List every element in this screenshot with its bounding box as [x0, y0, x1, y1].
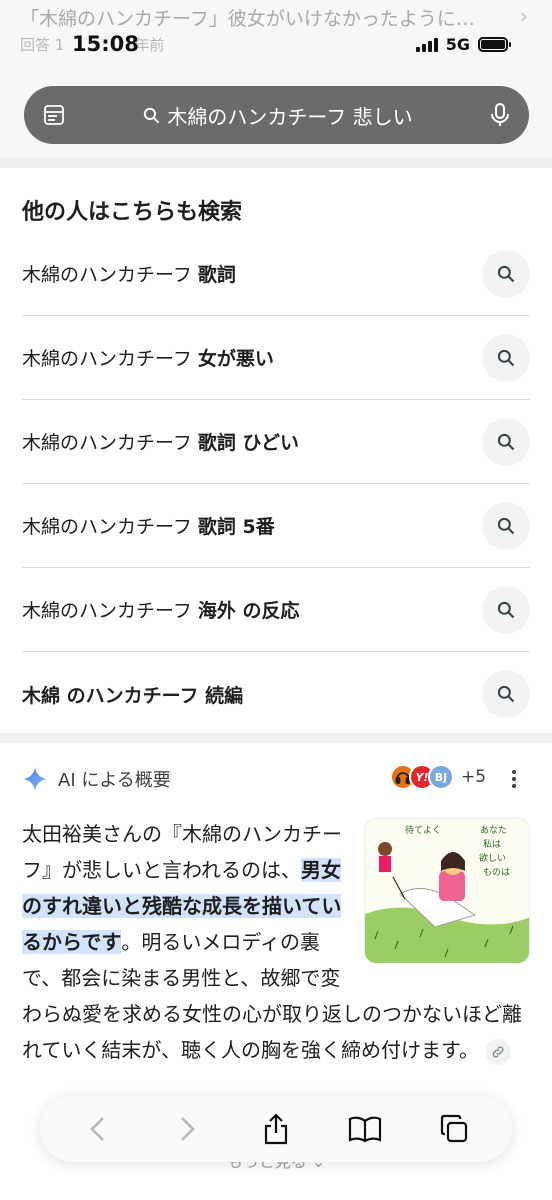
related-search-text: 木綿のハンカチーフ 女が悪い — [22, 344, 274, 371]
related-searches-title: 他の人はこちらも検索 — [22, 200, 243, 225]
network-type: 5G — [445, 35, 470, 54]
signal-icon — [415, 37, 438, 52]
ai-text-before: 太田裕美さんの『木綿のハンカチーフ』が悲しいと言われるのは、 — [22, 822, 342, 882]
related-search-text: 木綿のハンカチーフ 歌詞 5番 — [22, 512, 275, 539]
ai-sources[interactable]: Y! BJ +5 — [390, 764, 486, 790]
section-divider — [0, 158, 552, 168]
search-icon[interactable] — [482, 501, 530, 550]
related-search-item[interactable]: 木綿 のハンカチーフ 続編 — [22, 652, 530, 736]
related-search-text: 木綿のハンカチーフ 歌詞 — [22, 260, 236, 287]
source-count[interactable]: +5 — [461, 767, 486, 787]
gemini-sparkle-icon — [23, 767, 47, 791]
background-result-title: 「木綿のハンカチーフ」彼女がいけなかったように… — [20, 8, 475, 30]
book-icon — [348, 1116, 381, 1143]
search-icon[interactable] — [482, 417, 530, 466]
related-search-bold: 歌詞 ひどい — [197, 432, 299, 454]
ai-overview-image[interactable]: あなた 私は 欲しい ものは 待てよく — [364, 818, 530, 964]
related-search-prefix: 木綿のハンカチーフ — [22, 432, 198, 454]
chevron-left-icon — [90, 1117, 105, 1141]
related-search-text: 木綿 のハンカチーフ 続編 — [22, 681, 243, 708]
svg-text:私は: 私は — [483, 839, 501, 850]
ai-overview-header: AI による概要 — [22, 766, 171, 792]
related-search-item[interactable]: 木綿のハンカチーフ 歌詞 ひどい — [22, 400, 530, 484]
tabs-icon — [440, 1114, 467, 1143]
link-icon[interactable] — [485, 1038, 511, 1065]
chevron-right-icon: › — [520, 4, 528, 28]
related-search-bold: 海外 の反応 — [197, 600, 300, 622]
search-icon[interactable] — [482, 670, 530, 718]
status-time: 15:08 — [72, 32, 139, 56]
share-button[interactable] — [252, 1105, 300, 1153]
related-search-item[interactable]: 木綿のハンカチーフ 歌詞 — [22, 232, 530, 316]
search-icon[interactable] — [482, 249, 530, 298]
svg-text:ものは: ものは — [483, 867, 510, 878]
search-query-text: 木綿のハンカチーフ 悲しい — [167, 104, 413, 129]
search-icon[interactable] — [482, 585, 530, 634]
search-icon — [144, 107, 160, 123]
source-favicon-bj[interactable]: BJ — [428, 764, 454, 790]
svg-text:待てよく: 待てよく — [405, 824, 441, 836]
forward-button[interactable] — [163, 1105, 211, 1153]
bookmarks-button[interactable] — [341, 1105, 389, 1153]
related-search-prefix: 木綿のハンカチーフ — [22, 600, 198, 622]
related-search-prefix: 木綿のハンカチーフ — [22, 264, 198, 286]
related-search-text: 木綿のハンカチーフ 歌詞 ひどい — [22, 428, 299, 455]
related-search-item[interactable]: 木綿のハンカチーフ 海外 の反応 — [22, 568, 530, 652]
ai-overview-label: AI による概要 — [58, 770, 171, 791]
section-divider — [0, 733, 552, 743]
share-icon — [264, 1113, 288, 1145]
browser-toolbar — [40, 1096, 512, 1162]
related-search-bold: 歌詞 5番 — [197, 516, 275, 538]
related-search-text: 木綿のハンカチーフ 海外 の反応 — [22, 596, 300, 623]
more-options-icon[interactable] — [512, 770, 516, 788]
chevron-right-icon — [181, 1117, 195, 1141]
related-search-item[interactable]: 木綿のハンカチーフ 女が悪い — [22, 316, 530, 400]
related-search-item[interactable]: 木綿のハンカチーフ 歌詞 5番 — [22, 484, 530, 568]
image-handwriting: あなた — [480, 825, 507, 836]
related-search-bold: 女が悪い — [197, 348, 274, 370]
related-search-prefix: 木綿のハンカチーフ — [22, 348, 198, 370]
tabs-icon[interactable] — [42, 103, 66, 127]
search-query[interactable]: 木綿のハンカチーフ 悲しい — [66, 101, 489, 130]
search-icon[interactable] — [482, 333, 530, 382]
related-search-bold: 木綿 のハンカチーフ 続編 — [22, 684, 244, 707]
battery-icon — [478, 37, 511, 52]
tabs-button[interactable] — [430, 1105, 478, 1153]
search-bar[interactable]: 木綿のハンカチーフ 悲しい — [24, 86, 529, 144]
related-search-bold: 歌詞 — [197, 264, 236, 286]
svg-text:欲しい: 欲しい — [479, 852, 506, 864]
mic-icon[interactable] — [489, 102, 511, 128]
related-search-prefix: 木綿のハンカチーフ — [22, 516, 198, 538]
status-indicators: 5G — [415, 35, 511, 54]
related-searches-list: 木綿のハンカチーフ 歌詞 木綿のハンカチーフ 女が悪い 木綿のハンカチーフ 歌詞 ひ… — [22, 232, 530, 736]
back-button[interactable] — [74, 1105, 122, 1153]
